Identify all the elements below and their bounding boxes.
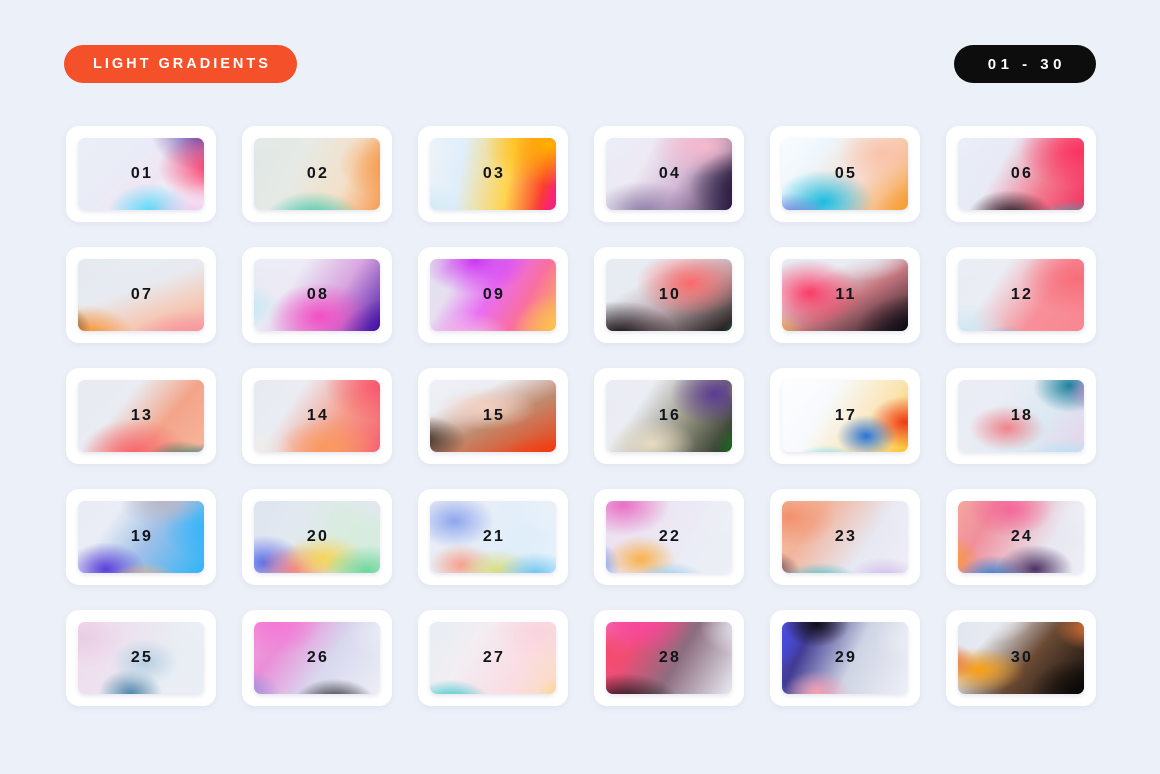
gradient-card[interactable]: 16 [594,368,744,464]
gradient-blob-layer [606,501,732,573]
gradient-blob-layer [254,622,380,694]
gradient-blob-layer [430,501,556,573]
gradient-swatch [958,622,1084,694]
gradient-blob-layer [606,622,732,694]
gradient-swatch [78,138,204,210]
gradient-card[interactable]: 10 [594,247,744,343]
gradient-blob-layer [254,501,380,573]
gradient-swatch [430,259,556,331]
gradient-blob-layer [958,501,1084,573]
gradient-card[interactable]: 26 [242,610,392,706]
gradient-card[interactable]: 07 [66,247,216,343]
gradient-card[interactable]: 19 [66,489,216,585]
gradient-card[interactable]: 01 [66,126,216,222]
gradient-blob-layer [958,259,1084,331]
gradient-swatch [606,259,732,331]
gradient-card[interactable]: 22 [594,489,744,585]
gradient-blob-layer [78,501,204,573]
gradient-blob-layer [606,380,732,452]
gradient-blob-layer [958,138,1084,210]
gradient-blob-layer [430,380,556,452]
gradient-card[interactable]: 21 [418,489,568,585]
gradient-swatch [782,138,908,210]
gradient-blob-layer [782,380,908,452]
gradient-blob-layer [254,380,380,452]
gradient-card[interactable]: 17 [770,368,920,464]
gradient-blob-layer [78,138,204,210]
gradient-card[interactable]: 09 [418,247,568,343]
gradient-card[interactable]: 14 [242,368,392,464]
gradient-swatch [958,138,1084,210]
gradient-blob-layer [782,259,908,331]
gradient-swatch [430,138,556,210]
gradient-card[interactable]: 23 [770,489,920,585]
gradient-blob-layer [782,501,908,573]
gradient-swatch [958,501,1084,573]
gradient-swatch [958,259,1084,331]
gradient-card[interactable]: 02 [242,126,392,222]
gradient-swatch [606,138,732,210]
gradient-card[interactable]: 15 [418,368,568,464]
gradient-card[interactable]: 27 [418,610,568,706]
gradient-swatch [78,501,204,573]
range-badge: 01 - 30 [953,45,1096,83]
gradient-swatch [78,622,204,694]
gradient-grid: 01 02 03 04 05 06 07 08 09 10 11 12 13 14 15 16 17 18 19 20… [66,126,1096,706]
page-header: LIGHT GRADIENTS 01 - 30 [64,45,1096,83]
gradient-card[interactable]: 12 [946,247,1096,343]
gradient-card[interactable]: 04 [594,126,744,222]
gradient-blob-layer [254,138,380,210]
gradient-blob-layer [78,622,204,694]
gradient-swatch [782,622,908,694]
gradient-card[interactable]: 18 [946,368,1096,464]
gradient-card[interactable]: 20 [242,489,392,585]
gradient-blob-layer [430,138,556,210]
gradient-showcase-page: LIGHT GRADIENTS 01 - 30 01 02 03 04 05 06 07 08… [0,0,1160,774]
gradient-blob-layer [958,380,1084,452]
gradient-blob-layer [430,622,556,694]
gradient-blob-layer [782,622,908,694]
gradient-swatch [430,622,556,694]
gradient-swatch [78,380,204,452]
gradient-blob-layer [78,259,204,331]
gradient-swatch [606,622,732,694]
gradient-swatch [78,259,204,331]
gradient-card[interactable]: 13 [66,368,216,464]
gradient-swatch [254,380,380,452]
gradient-card[interactable]: 28 [594,610,744,706]
gradient-blob-layer [606,259,732,331]
gradient-blob-layer [782,138,908,210]
gradient-blob-layer [78,380,204,452]
title-badge: LIGHT GRADIENTS [64,45,297,83]
gradient-swatch [782,501,908,573]
gradient-blob-layer [958,622,1084,694]
gradient-card[interactable]: 29 [770,610,920,706]
gradient-blob-layer [254,259,380,331]
gradient-card[interactable]: 25 [66,610,216,706]
gradient-swatch [958,380,1084,452]
gradient-swatch [254,138,380,210]
gradient-card[interactable]: 06 [946,126,1096,222]
gradient-card[interactable]: 03 [418,126,568,222]
gradient-swatch [606,501,732,573]
gradient-blob-layer [430,259,556,331]
gradient-card[interactable]: 30 [946,610,1096,706]
gradient-swatch [254,622,380,694]
gradient-swatch [430,501,556,573]
gradient-swatch [430,380,556,452]
gradient-blob-layer [606,138,732,210]
gradient-card[interactable]: 05 [770,126,920,222]
gradient-card[interactable]: 08 [242,247,392,343]
gradient-card[interactable]: 24 [946,489,1096,585]
gradient-swatch [782,259,908,331]
gradient-card[interactable]: 11 [770,247,920,343]
gradient-swatch [254,259,380,331]
gradient-swatch [782,380,908,452]
gradient-swatch [606,380,732,452]
gradient-swatch [254,501,380,573]
